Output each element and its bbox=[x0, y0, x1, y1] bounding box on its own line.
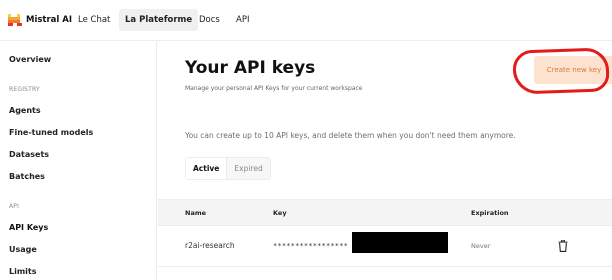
key-expiration: Never bbox=[471, 242, 491, 250]
page-subtitle: Manage your personal API Keys for your c… bbox=[185, 85, 363, 92]
sidebar-item-fine-tuned-models[interactable]: Fine-tuned models bbox=[9, 128, 93, 137]
annotation-circle bbox=[512, 47, 610, 95]
sidebar-section-registry: REGISTRY bbox=[9, 86, 40, 93]
info-text: You can create up to 10 API keys, and de… bbox=[185, 131, 516, 140]
sidebar-item-datasets[interactable]: Datasets bbox=[9, 150, 49, 159]
mistral-logo-icon bbox=[8, 14, 22, 26]
sidebar-item-api-keys[interactable]: API Keys bbox=[9, 223, 48, 232]
sidebar-section-api: API bbox=[9, 203, 20, 210]
nav-api[interactable]: API bbox=[230, 9, 255, 31]
sidebar-item-limits[interactable]: Limits bbox=[9, 267, 37, 276]
column-header-expiration: Expiration bbox=[471, 209, 509, 217]
page-title: Your API keys bbox=[185, 58, 316, 78]
main-content: Your API keys Manage your personal API K… bbox=[158, 42, 612, 280]
tab-expired[interactable]: Expired bbox=[227, 158, 269, 179]
brand-name: Mistral AI bbox=[26, 15, 73, 25]
sidebar-item-overview[interactable]: Overview bbox=[9, 55, 51, 64]
trash-icon[interactable] bbox=[558, 240, 568, 252]
nav-la-plateforme[interactable]: La Plateforme bbox=[119, 9, 199, 31]
top-nav: Mistral AI Le Chat La Plateforme Docs AP… bbox=[0, 0, 612, 41]
nav-le-chat[interactable]: Le Chat bbox=[72, 9, 116, 31]
column-header-name: Name bbox=[185, 209, 207, 217]
table-row: r2ai-research ***************** Never bbox=[158, 226, 612, 267]
sidebar-item-agents[interactable]: Agents bbox=[9, 106, 41, 115]
table-header: Name Key Expiration bbox=[158, 199, 612, 226]
brand[interactable]: Mistral AI bbox=[8, 14, 72, 26]
sidebar-item-batches[interactable]: Batches bbox=[9, 172, 45, 181]
key-status-tabs: Active Expired bbox=[185, 157, 271, 180]
sidebar-item-usage[interactable]: Usage bbox=[9, 245, 37, 254]
key-name: r2ai-research bbox=[185, 241, 235, 250]
tab-active[interactable]: Active bbox=[186, 158, 228, 179]
redaction-box bbox=[352, 232, 448, 253]
key-value: ***************** bbox=[273, 242, 349, 250]
sidebar: Overview REGISTRY Agents Fine-tuned mode… bbox=[0, 42, 157, 280]
column-header-key: Key bbox=[273, 209, 287, 217]
nav-docs[interactable]: Docs bbox=[193, 9, 226, 31]
